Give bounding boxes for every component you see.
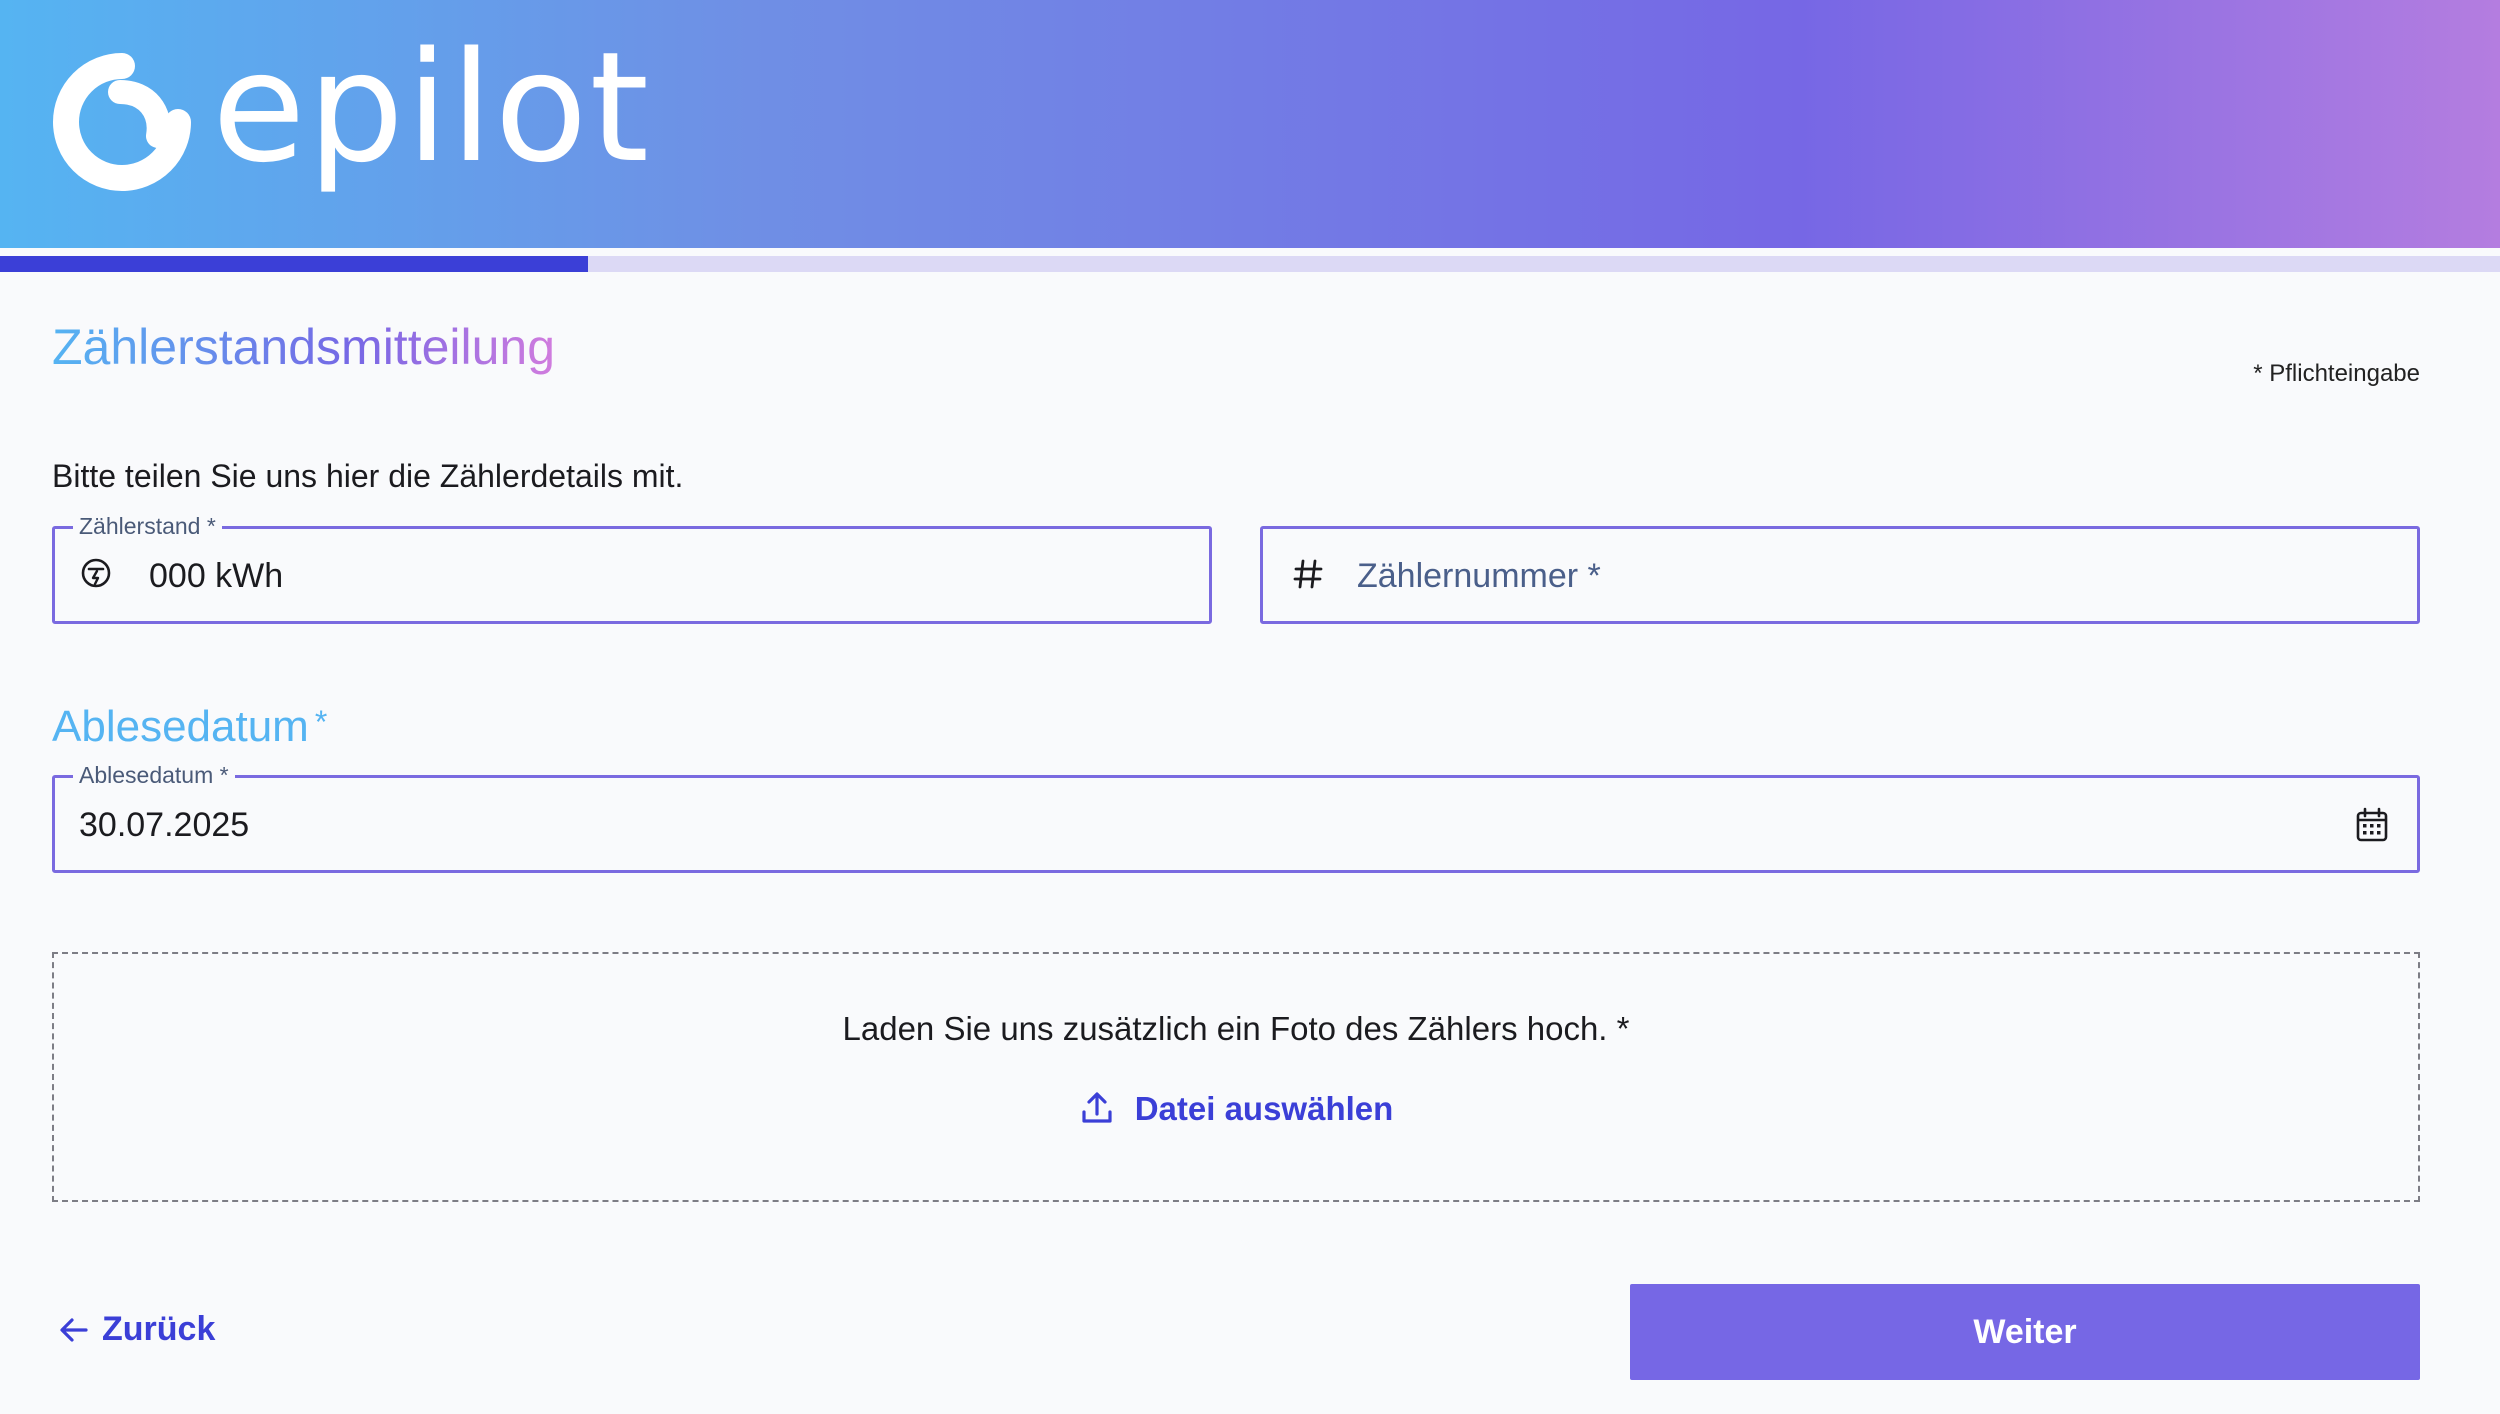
intro-text: Bitte teilen Sie uns hier die Zählerdeta… [52,458,684,494]
progress-bar-fill [0,256,588,272]
reading-date-input[interactable]: 30.07.2025 [79,805,249,845]
meter-number-input[interactable]: Zählernummer * [1357,556,1601,596]
photo-upload-dropzone[interactable]: Laden Sie uns zusätzlich ein Foto des Zä… [52,952,2420,1202]
meter-reading-input[interactable]: 000 kWh [149,556,283,596]
hash-icon [1291,557,1329,595]
upload-icon [1079,1090,1115,1126]
calendar-icon[interactable] [2355,807,2391,845]
page-title: Zählerstandsmitteilung [52,319,556,375]
header-banner: epilot [0,0,2500,248]
reading-date-heading-text: Ablesedatum [52,702,309,751]
upload-instruction: Laden Sie uns zusätzlich ein Foto des Zä… [842,1010,1630,1047]
choose-file-label: Datei auswählen [1134,1090,1394,1127]
next-button[interactable]: Weiter [1630,1284,2420,1380]
required-mark: * [314,704,328,740]
meter-number-field[interactable]: Zählernummer * [1260,526,2420,624]
arrow-left-icon [58,1314,90,1346]
reading-date-label: Ablesedatum * [73,762,235,788]
back-button-label: Zurück [102,1310,216,1348]
page: epilot Zählerstandsmitteilung * Pflichte… [0,0,2500,1414]
reading-date-heading: Ablesedatum * [52,702,327,752]
reading-date-field[interactable]: Ablesedatum * 30.07.2025 [52,762,2420,873]
progress-bar [0,256,2500,272]
choose-file-button[interactable]: Datei auswählen [54,1090,2418,1128]
logo-text: epilot [212,19,652,196]
required-fields-note: * Pflichteingabe [2253,360,2420,387]
epilot-logo: epilot [52,32,649,192]
meter-reading-label: Zählerstand * [73,513,222,539]
back-button[interactable]: Zurück [58,1310,215,1349]
epilot-logo-mark-icon [53,53,191,191]
meter-gauge-icon [79,557,117,595]
meter-reading-field[interactable]: Zählerstand * 000 kWh [52,513,1212,624]
